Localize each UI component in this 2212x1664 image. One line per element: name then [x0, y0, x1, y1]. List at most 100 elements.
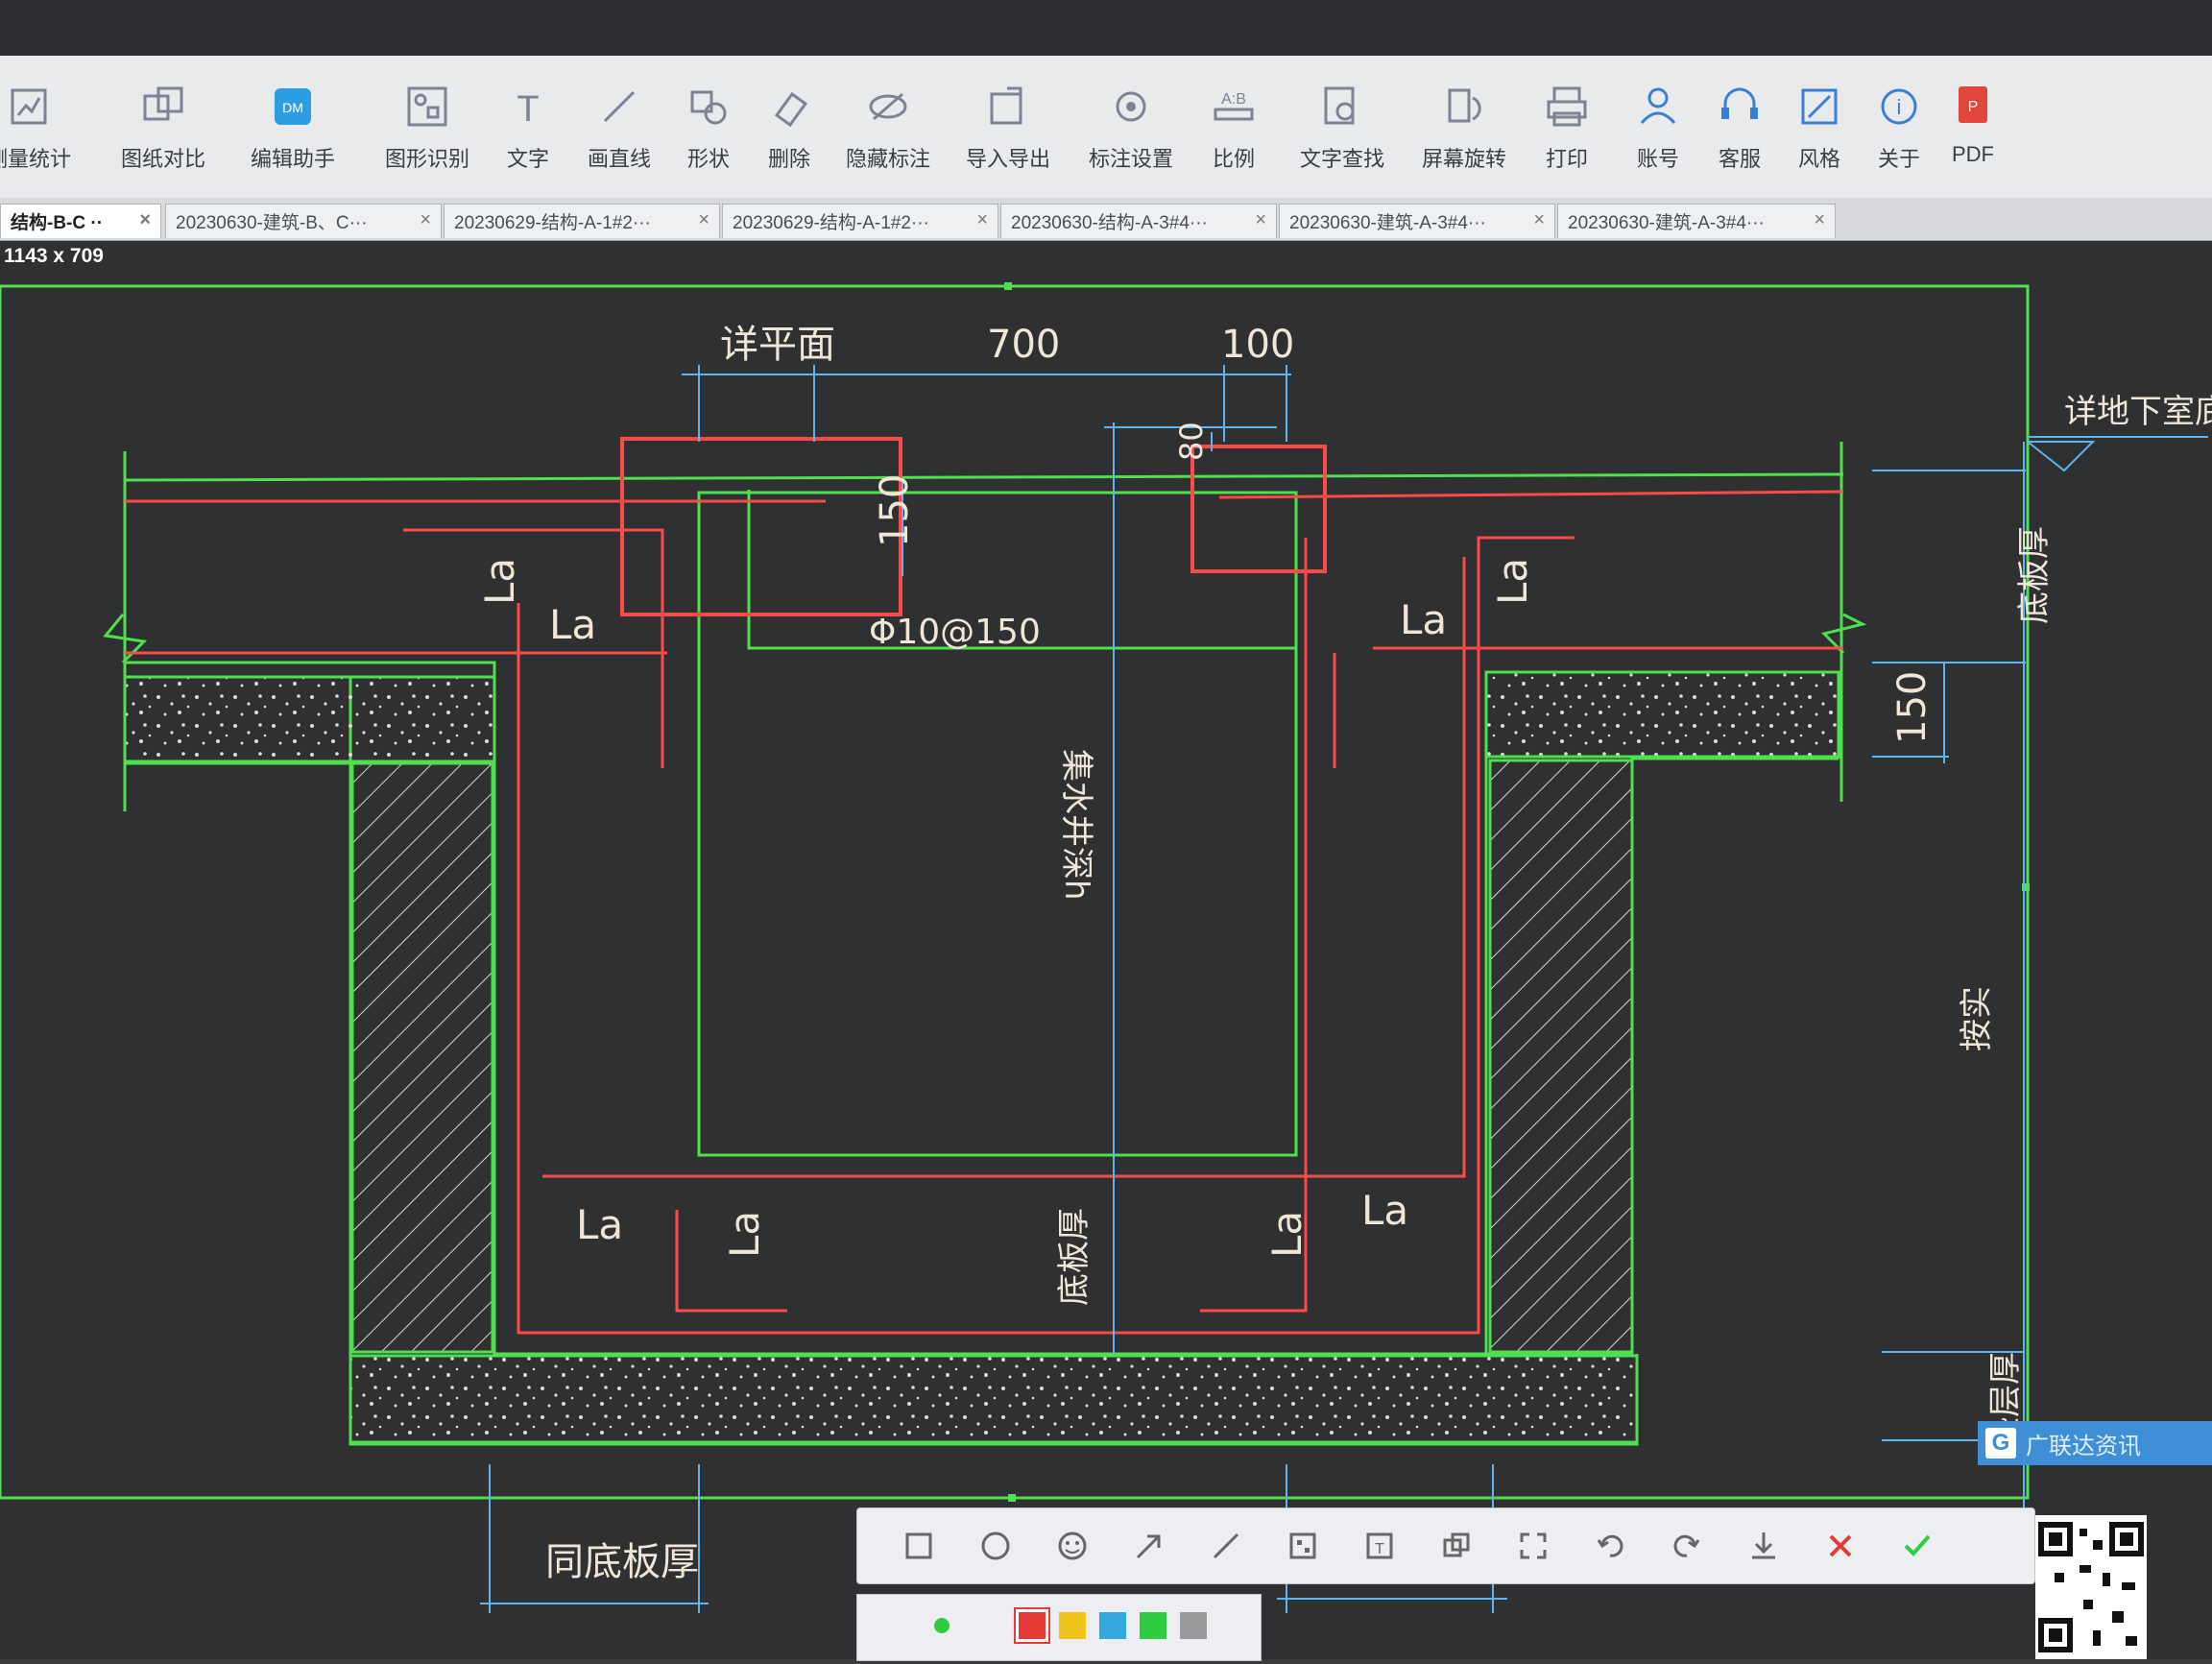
tab-label: 20230630-结构-A-3#4···	[1011, 213, 1208, 233]
toolbar-button-headset[interactable]: 客服	[1697, 73, 1782, 188]
same-slab-thickness-text: 同底板厚	[545, 1540, 699, 1584]
close-icon[interactable]: ×	[1814, 209, 1825, 231]
toolbar-label: 图纸对比	[121, 147, 206, 171]
tab-4[interactable]: 20230629-结构-A-1#2··· ×	[722, 204, 998, 238]
text-icon: T	[517, 89, 539, 130]
circle-icon[interactable]	[976, 1527, 1015, 1565]
right-cushion	[1484, 670, 1840, 759]
annotation-settings-icon	[1116, 91, 1146, 122]
color-swatch[interactable]	[1016, 1609, 1048, 1642]
style-icon	[1801, 88, 1838, 125]
toolbar-label: 隐藏标注	[846, 147, 931, 171]
color-swatch[interactable]	[1059, 1612, 1086, 1639]
toolbar-button-import-export[interactable]: 导入导出	[966, 73, 1050, 188]
svg-text:T: T	[1375, 1541, 1384, 1557]
toolbar-button-annotation-settings[interactable]: 标注设置	[1089, 73, 1173, 188]
dim-80-text: 80	[1173, 422, 1210, 461]
toolbar-button-style[interactable]: 风格	[1777, 73, 1862, 188]
basement-slab-detail-text: 详地下室底板	[2064, 393, 2212, 431]
download-icon[interactable]	[1744, 1527, 1783, 1565]
toolbar-button-compare[interactable]: 图纸对比	[121, 73, 205, 188]
news-popup[interactable]: G 广联达资讯	[1978, 1421, 2212, 1465]
close-icon[interactable]: ×	[1533, 209, 1545, 231]
cancel-icon[interactable]	[1821, 1527, 1860, 1565]
headset-icon	[1721, 87, 1758, 119]
toolbar-button-edit-assistant[interactable]: DM 编辑助手	[251, 73, 335, 188]
toolbar-label: PDF	[1952, 142, 1994, 166]
close-icon[interactable]: ×	[420, 209, 431, 231]
toolbar-label: 账号	[1636, 147, 1679, 171]
toolbar-button-eraser[interactable]: 删除	[747, 73, 831, 188]
ocr-icon[interactable]	[1514, 1527, 1552, 1565]
selection-frame	[0, 284, 2030, 1500]
color-swatch[interactable]	[1099, 1612, 1126, 1639]
svg-text:P: P	[1968, 99, 1979, 115]
la-label: La	[576, 1201, 623, 1248]
toolbar-label: 编辑助手	[251, 147, 336, 171]
right-wall-hatch	[1488, 759, 1634, 1354]
pdf-icon: P	[1959, 86, 1987, 123]
drawing-canvas[interactable]: 1143 x 709 详平面 700 100 80 150 详地下室底 底板厚 …	[0, 241, 2212, 1659]
screenshot-toolbar: T	[856, 1507, 2035, 1584]
copy-icon[interactable]	[1437, 1527, 1476, 1565]
toolbar-label: 比例	[1212, 147, 1255, 171]
toolbar-button-shape[interactable]: 形状	[666, 73, 751, 188]
la-label: La	[1489, 558, 1536, 605]
toolbar-button-text-search[interactable]: 文字查找	[1300, 73, 1384, 188]
redo-icon[interactable]	[1668, 1527, 1706, 1565]
eraser-icon	[774, 91, 808, 128]
toolbar-button-print[interactable]: 打印	[1525, 73, 1609, 188]
main-toolbar: 测量统计 图纸对比 DM 编辑助手 图形识别 T 文字 画直线 形状 删除 隐藏标注 导入导出 标注设置…	[0, 56, 2212, 199]
mosaic-icon[interactable]	[1284, 1527, 1322, 1565]
la-label: La	[1400, 596, 1447, 643]
shape-recognition-icon	[407, 86, 447, 127]
text-search-icon	[1324, 86, 1355, 125]
la-label: La	[721, 1211, 768, 1258]
svg-text:i: i	[1897, 95, 1902, 119]
rectangle-icon[interactable]	[900, 1527, 938, 1565]
toolbar-button-line[interactable]: 画直线	[577, 73, 661, 188]
la-label: La	[1263, 1211, 1310, 1258]
la-label: La	[1361, 1187, 1408, 1234]
toolbar-button-scale[interactable]: A:B 比例	[1191, 73, 1276, 188]
pen-icon[interactable]	[1207, 1527, 1245, 1565]
toolbar-label: 屏幕旋转	[1422, 147, 1507, 171]
tab-2[interactable]: 20230630-建筑-B、C··· ×	[165, 204, 442, 238]
toolbar-button-pdf[interactable]: P PDF	[1931, 73, 2015, 188]
toolbar-label: 画直线	[587, 147, 651, 171]
undo-icon[interactable]	[1591, 1527, 1629, 1565]
toolbar-label: 打印	[1545, 147, 1588, 171]
toolbar-button-text[interactable]: T 文字	[486, 73, 570, 188]
la-label: La	[476, 558, 523, 605]
close-icon[interactable]: ×	[976, 209, 988, 231]
tab-1[interactable]: 结构-B-C ·· ×	[0, 204, 161, 238]
brush-size-dot[interactable]	[934, 1618, 950, 1633]
close-icon[interactable]: ×	[1255, 209, 1266, 231]
confirm-icon[interactable]	[1898, 1527, 1936, 1565]
tab-7[interactable]: 20230630-建筑-A-3#4··· ×	[1557, 204, 1836, 238]
toolbar-button-account[interactable]: 账号	[1616, 73, 1700, 188]
toolbar-button-hide-annotation[interactable]: 隐藏标注	[846, 73, 930, 188]
color-swatch[interactable]	[1140, 1612, 1166, 1639]
close-icon[interactable]: ×	[139, 209, 151, 231]
arrow-icon[interactable]	[1130, 1527, 1168, 1565]
shape-icon	[690, 90, 727, 125]
emoji-icon[interactable]	[1053, 1527, 1092, 1565]
toolbar-button-rotate-screen[interactable]: 屏幕旋转	[1422, 73, 1506, 188]
tab-6[interactable]: 20230630-建筑-A-3#4··· ×	[1279, 204, 1555, 238]
toolbar-label: 标注设置	[1089, 147, 1174, 171]
detail-plan-text: 详平面	[720, 323, 835, 367]
tab-5[interactable]: 20230630-结构-A-3#4··· ×	[1000, 204, 1277, 238]
edit-assistant-icon: DM	[275, 88, 311, 125]
tab-3[interactable]: 20230629-结构-A-1#2··· ×	[444, 204, 720, 238]
toolbar-button-shape-recognition[interactable]: 图形识别	[385, 73, 469, 188]
tab-label: 20230630-建筑-A-3#4···	[1568, 213, 1765, 233]
toolbar-button-info[interactable]: i 关于	[1857, 73, 1941, 188]
close-icon[interactable]: ×	[698, 209, 709, 231]
color-swatch[interactable]	[1180, 1612, 1207, 1639]
toolbar-button-measure[interactable]: 测量统计	[0, 73, 71, 188]
la-label: La	[549, 601, 596, 648]
compare-icon	[143, 86, 183, 121]
import-export-icon	[990, 86, 1022, 125]
text-tool-icon[interactable]: T	[1360, 1527, 1399, 1565]
